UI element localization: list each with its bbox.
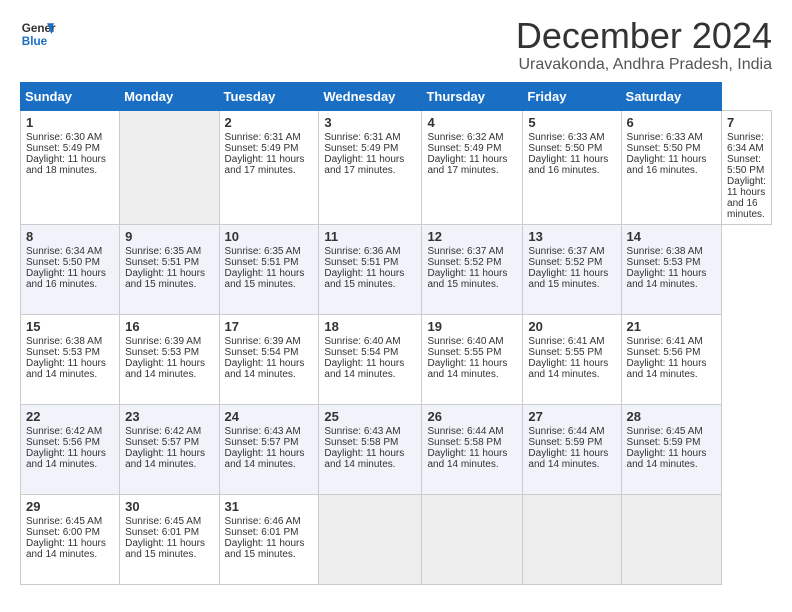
calendar-cell: 2Sunrise: 6:31 AMSunset: 5:49 PMDaylight… [219,110,319,224]
day-header-friday: Friday [523,82,621,110]
calendar-cell: 11Sunrise: 6:36 AMSunset: 5:51 PMDayligh… [319,224,422,314]
calendar-cell: 13Sunrise: 6:37 AMSunset: 5:52 PMDayligh… [523,224,621,314]
header-row: SundayMondayTuesdayWednesdayThursdayFrid… [21,82,772,110]
day-header-wednesday: Wednesday [319,82,422,110]
day-header-saturday: Saturday [621,82,721,110]
calendar-cell: 1Sunrise: 6:30 AMSunset: 5:49 PMDaylight… [21,110,120,224]
calendar-cell [120,110,219,224]
calendar-cell: 22Sunrise: 6:42 AMSunset: 5:56 PMDayligh… [21,404,120,494]
svg-text:Blue: Blue [22,35,48,48]
calendar-cell [523,494,621,584]
header: General Blue December 2024 Uravakonda, A… [20,16,772,74]
calendar-cell: 8Sunrise: 6:34 AMSunset: 5:50 PMDaylight… [21,224,120,314]
calendar-table: SundayMondayTuesdayWednesdayThursdayFrid… [20,82,772,585]
calendar-cell: 18Sunrise: 6:40 AMSunset: 5:54 PMDayligh… [319,314,422,404]
calendar-cell: 23Sunrise: 6:42 AMSunset: 5:57 PMDayligh… [120,404,219,494]
calendar-cell: 17Sunrise: 6:39 AMSunset: 5:54 PMDayligh… [219,314,319,404]
logo-icon: General Blue [20,16,56,52]
calendar-cell: 28Sunrise: 6:45 AMSunset: 5:59 PMDayligh… [621,404,721,494]
calendar-cell: 31Sunrise: 6:46 AMSunset: 6:01 PMDayligh… [219,494,319,584]
location-subtitle: Uravakonda, Andhra Pradesh, India [516,56,772,74]
calendar-cell: 16Sunrise: 6:39 AMSunset: 5:53 PMDayligh… [120,314,219,404]
calendar-cell: 20Sunrise: 6:41 AMSunset: 5:55 PMDayligh… [523,314,621,404]
week-row: 8Sunrise: 6:34 AMSunset: 5:50 PMDaylight… [21,224,772,314]
week-row: 1Sunrise: 6:30 AMSunset: 5:49 PMDaylight… [21,110,772,224]
day-header-thursday: Thursday [422,82,523,110]
calendar-cell: 25Sunrise: 6:43 AMSunset: 5:58 PMDayligh… [319,404,422,494]
calendar-cell: 27Sunrise: 6:44 AMSunset: 5:59 PMDayligh… [523,404,621,494]
calendar-cell: 5Sunrise: 6:33 AMSunset: 5:50 PMDaylight… [523,110,621,224]
month-title: December 2024 [516,16,772,56]
calendar-cell: 4Sunrise: 6:32 AMSunset: 5:49 PMDaylight… [422,110,523,224]
calendar-cell: 24Sunrise: 6:43 AMSunset: 5:57 PMDayligh… [219,404,319,494]
calendar-cell: 29Sunrise: 6:45 AMSunset: 6:00 PMDayligh… [21,494,120,584]
day-header-monday: Monday [120,82,219,110]
calendar-cell: 19Sunrise: 6:40 AMSunset: 5:55 PMDayligh… [422,314,523,404]
calendar-cell: 15Sunrise: 6:38 AMSunset: 5:53 PMDayligh… [21,314,120,404]
calendar-cell: 7Sunrise: 6:34 AMSunset: 5:50 PMDaylight… [722,110,772,224]
calendar-cell: 6Sunrise: 6:33 AMSunset: 5:50 PMDaylight… [621,110,721,224]
calendar-cell: 21Sunrise: 6:41 AMSunset: 5:56 PMDayligh… [621,314,721,404]
week-row: 29Sunrise: 6:45 AMSunset: 6:00 PMDayligh… [21,494,772,584]
day-header-tuesday: Tuesday [219,82,319,110]
calendar-cell: 26Sunrise: 6:44 AMSunset: 5:58 PMDayligh… [422,404,523,494]
day-header-sunday: Sunday [21,82,120,110]
calendar-cell: 14Sunrise: 6:38 AMSunset: 5:53 PMDayligh… [621,224,721,314]
calendar-cell [422,494,523,584]
calendar-cell: 3Sunrise: 6:31 AMSunset: 5:49 PMDaylight… [319,110,422,224]
week-row: 15Sunrise: 6:38 AMSunset: 5:53 PMDayligh… [21,314,772,404]
calendar-cell: 10Sunrise: 6:35 AMSunset: 5:51 PMDayligh… [219,224,319,314]
week-row: 22Sunrise: 6:42 AMSunset: 5:56 PMDayligh… [21,404,772,494]
calendar-cell: 12Sunrise: 6:37 AMSunset: 5:52 PMDayligh… [422,224,523,314]
calendar-cell: 30Sunrise: 6:45 AMSunset: 6:01 PMDayligh… [120,494,219,584]
logo: General Blue [20,16,56,52]
calendar-cell [621,494,721,584]
calendar-cell: 9Sunrise: 6:35 AMSunset: 5:51 PMDaylight… [120,224,219,314]
calendar-cell [319,494,422,584]
title-area: December 2024 Uravakonda, Andhra Pradesh… [516,16,772,74]
